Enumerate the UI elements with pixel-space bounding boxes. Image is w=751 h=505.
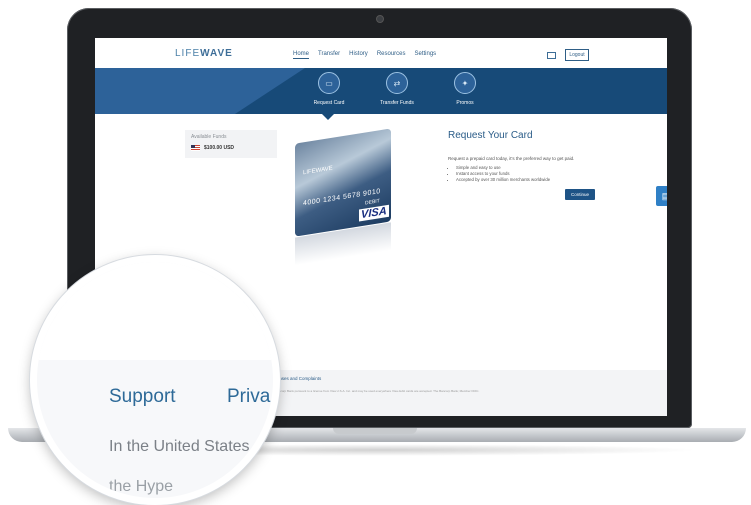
funds-label: Available Funds [191, 134, 227, 140]
funds-value: $100.00 USD [204, 145, 235, 151]
magnifier-lens: Support Priva In the United States the H… [30, 255, 280, 505]
request-benefits: Simple and easy to use Instant access to… [450, 165, 550, 183]
continue-button[interactable]: Continue [565, 189, 595, 200]
magnified-page-area [37, 262, 273, 360]
prepaid-card-image: LIFEWAVE 4000 1234 5678 9010 DEBIT VISA [295, 128, 391, 237]
request-title: Request Your Card [448, 130, 533, 141]
laptop-notch [333, 428, 417, 434]
action-tabs: ▭ Request Card ⇄ Transfer Funds ✦ Promos [307, 72, 487, 106]
magnified-footer: Support Priva In the United States the H… [37, 262, 273, 498]
logo-suffix: WAVE [200, 48, 233, 59]
logo-prefix: LIFE [175, 48, 201, 59]
card-brand: LIFEWAVE [303, 165, 333, 177]
logo[interactable]: LIFEWAVE [175, 48, 233, 59]
gift-icon: ✦ [454, 72, 476, 94]
card-type: DEBIT [365, 198, 380, 207]
footer-legal: The Bancorp Bank pursuant to a license f… [269, 389, 480, 393]
logout-button[interactable]: Logout [565, 49, 589, 61]
nav-home[interactable]: Home [293, 51, 310, 59]
band-highlight [95, 68, 235, 114]
footer-link-privacy[interactable]: Priva [227, 386, 270, 408]
main-menu: Home Transfer History Resources Settings [293, 51, 436, 59]
available-funds-panel: Available Funds $100.00 USD [185, 130, 277, 158]
tab-request-card[interactable]: ▭ Request Card [307, 72, 351, 106]
visa-logo: VISA [359, 204, 389, 222]
tab-label: Promos [456, 100, 474, 106]
active-tab-pointer [322, 114, 334, 120]
transfer-icon: ⇄ [386, 72, 408, 94]
us-flag-icon [191, 145, 200, 151]
nav-history[interactable]: History [349, 51, 368, 59]
chat-icon[interactable]: ▤ [656, 186, 667, 206]
footer-link-support[interactable]: Support [109, 386, 176, 408]
list-item: Accepted by over 30 million merchants wo… [456, 177, 550, 183]
nav-settings[interactable]: Settings [415, 51, 437, 59]
tab-transfer-funds[interactable]: ⇄ Transfer Funds [375, 72, 419, 106]
footer-region-text: In the United States [109, 438, 250, 455]
card-icon: ▭ [318, 72, 340, 94]
mail-icon[interactable] [547, 52, 556, 59]
nav-transfer[interactable]: Transfer [318, 51, 340, 59]
tab-label: Transfer Funds [380, 100, 414, 106]
action-band: ▭ Request Card ⇄ Transfer Funds ✦ Promos [95, 68, 667, 114]
request-description: Request a prepaid card today, it's the p… [448, 156, 575, 161]
nav-resources[interactable]: Resources [377, 51, 406, 59]
camera-icon [376, 15, 384, 23]
top-nav: LIFEWAVE Home Transfer History Resources… [95, 38, 667, 68]
tab-promos[interactable]: ✦ Promos [443, 72, 487, 106]
footer-legal-text: the Hype [109, 478, 174, 495]
tab-label: Request Card [313, 100, 345, 106]
band-diagonal [235, 68, 305, 114]
